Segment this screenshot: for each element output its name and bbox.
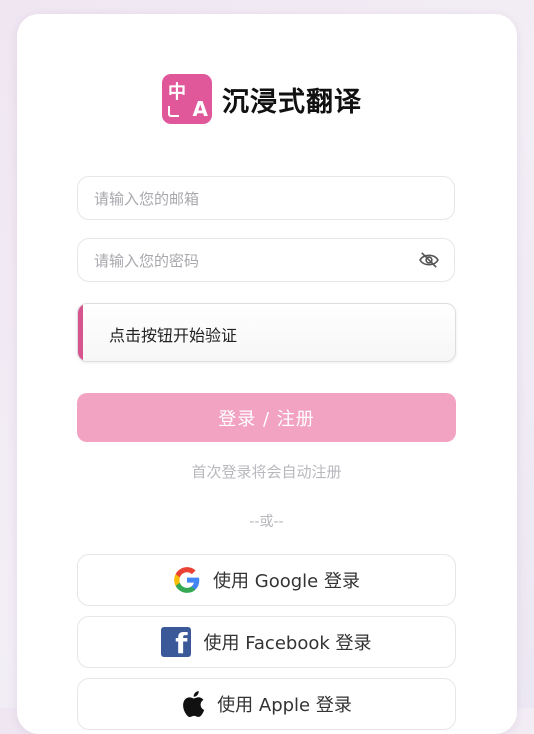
- or-divider: --或--: [249, 514, 284, 530]
- auto-register-hint: 首次登录将会自动注册: [191, 463, 342, 481]
- translate-logo-icon: 中 A: [162, 74, 212, 124]
- apple-icon: [183, 691, 205, 717]
- brand-name: 沉浸式翻译: [222, 86, 362, 118]
- email-field[interactable]: [92, 177, 416, 221]
- password-field-wrapper: [77, 238, 455, 283]
- login-register-button[interactable]: 登录 / 注册: [77, 393, 456, 442]
- apple-login-button[interactable]: 使用 Apple 登录: [77, 678, 456, 730]
- apple-login-label: 使用 Apple 登录: [217, 695, 352, 716]
- verify-label: 点击按钮开始验证: [109, 326, 238, 345]
- password-field[interactable]: [92, 239, 416, 283]
- verify-button[interactable]: 点击按钮开始验证: [77, 303, 456, 362]
- facebook-login-label: 使用 Facebook 登录: [203, 633, 372, 654]
- verify-accent-bar: [78, 304, 83, 361]
- logo-zh: 中: [168, 82, 186, 103]
- google-icon: [174, 567, 200, 593]
- eye-off-icon[interactable]: [418, 251, 440, 269]
- facebook-icon: f: [161, 627, 192, 660]
- facebook-login-button[interactable]: f 使用 Facebook 登录: [77, 616, 456, 668]
- email-field-wrapper: [77, 176, 455, 221]
- google-login-button[interactable]: 使用 Google 登录: [77, 554, 456, 606]
- logo-a: A: [192, 97, 208, 121]
- google-login-label: 使用 Google 登录: [213, 571, 360, 592]
- brand: 中 A 沉浸式翻译: [162, 74, 362, 124]
